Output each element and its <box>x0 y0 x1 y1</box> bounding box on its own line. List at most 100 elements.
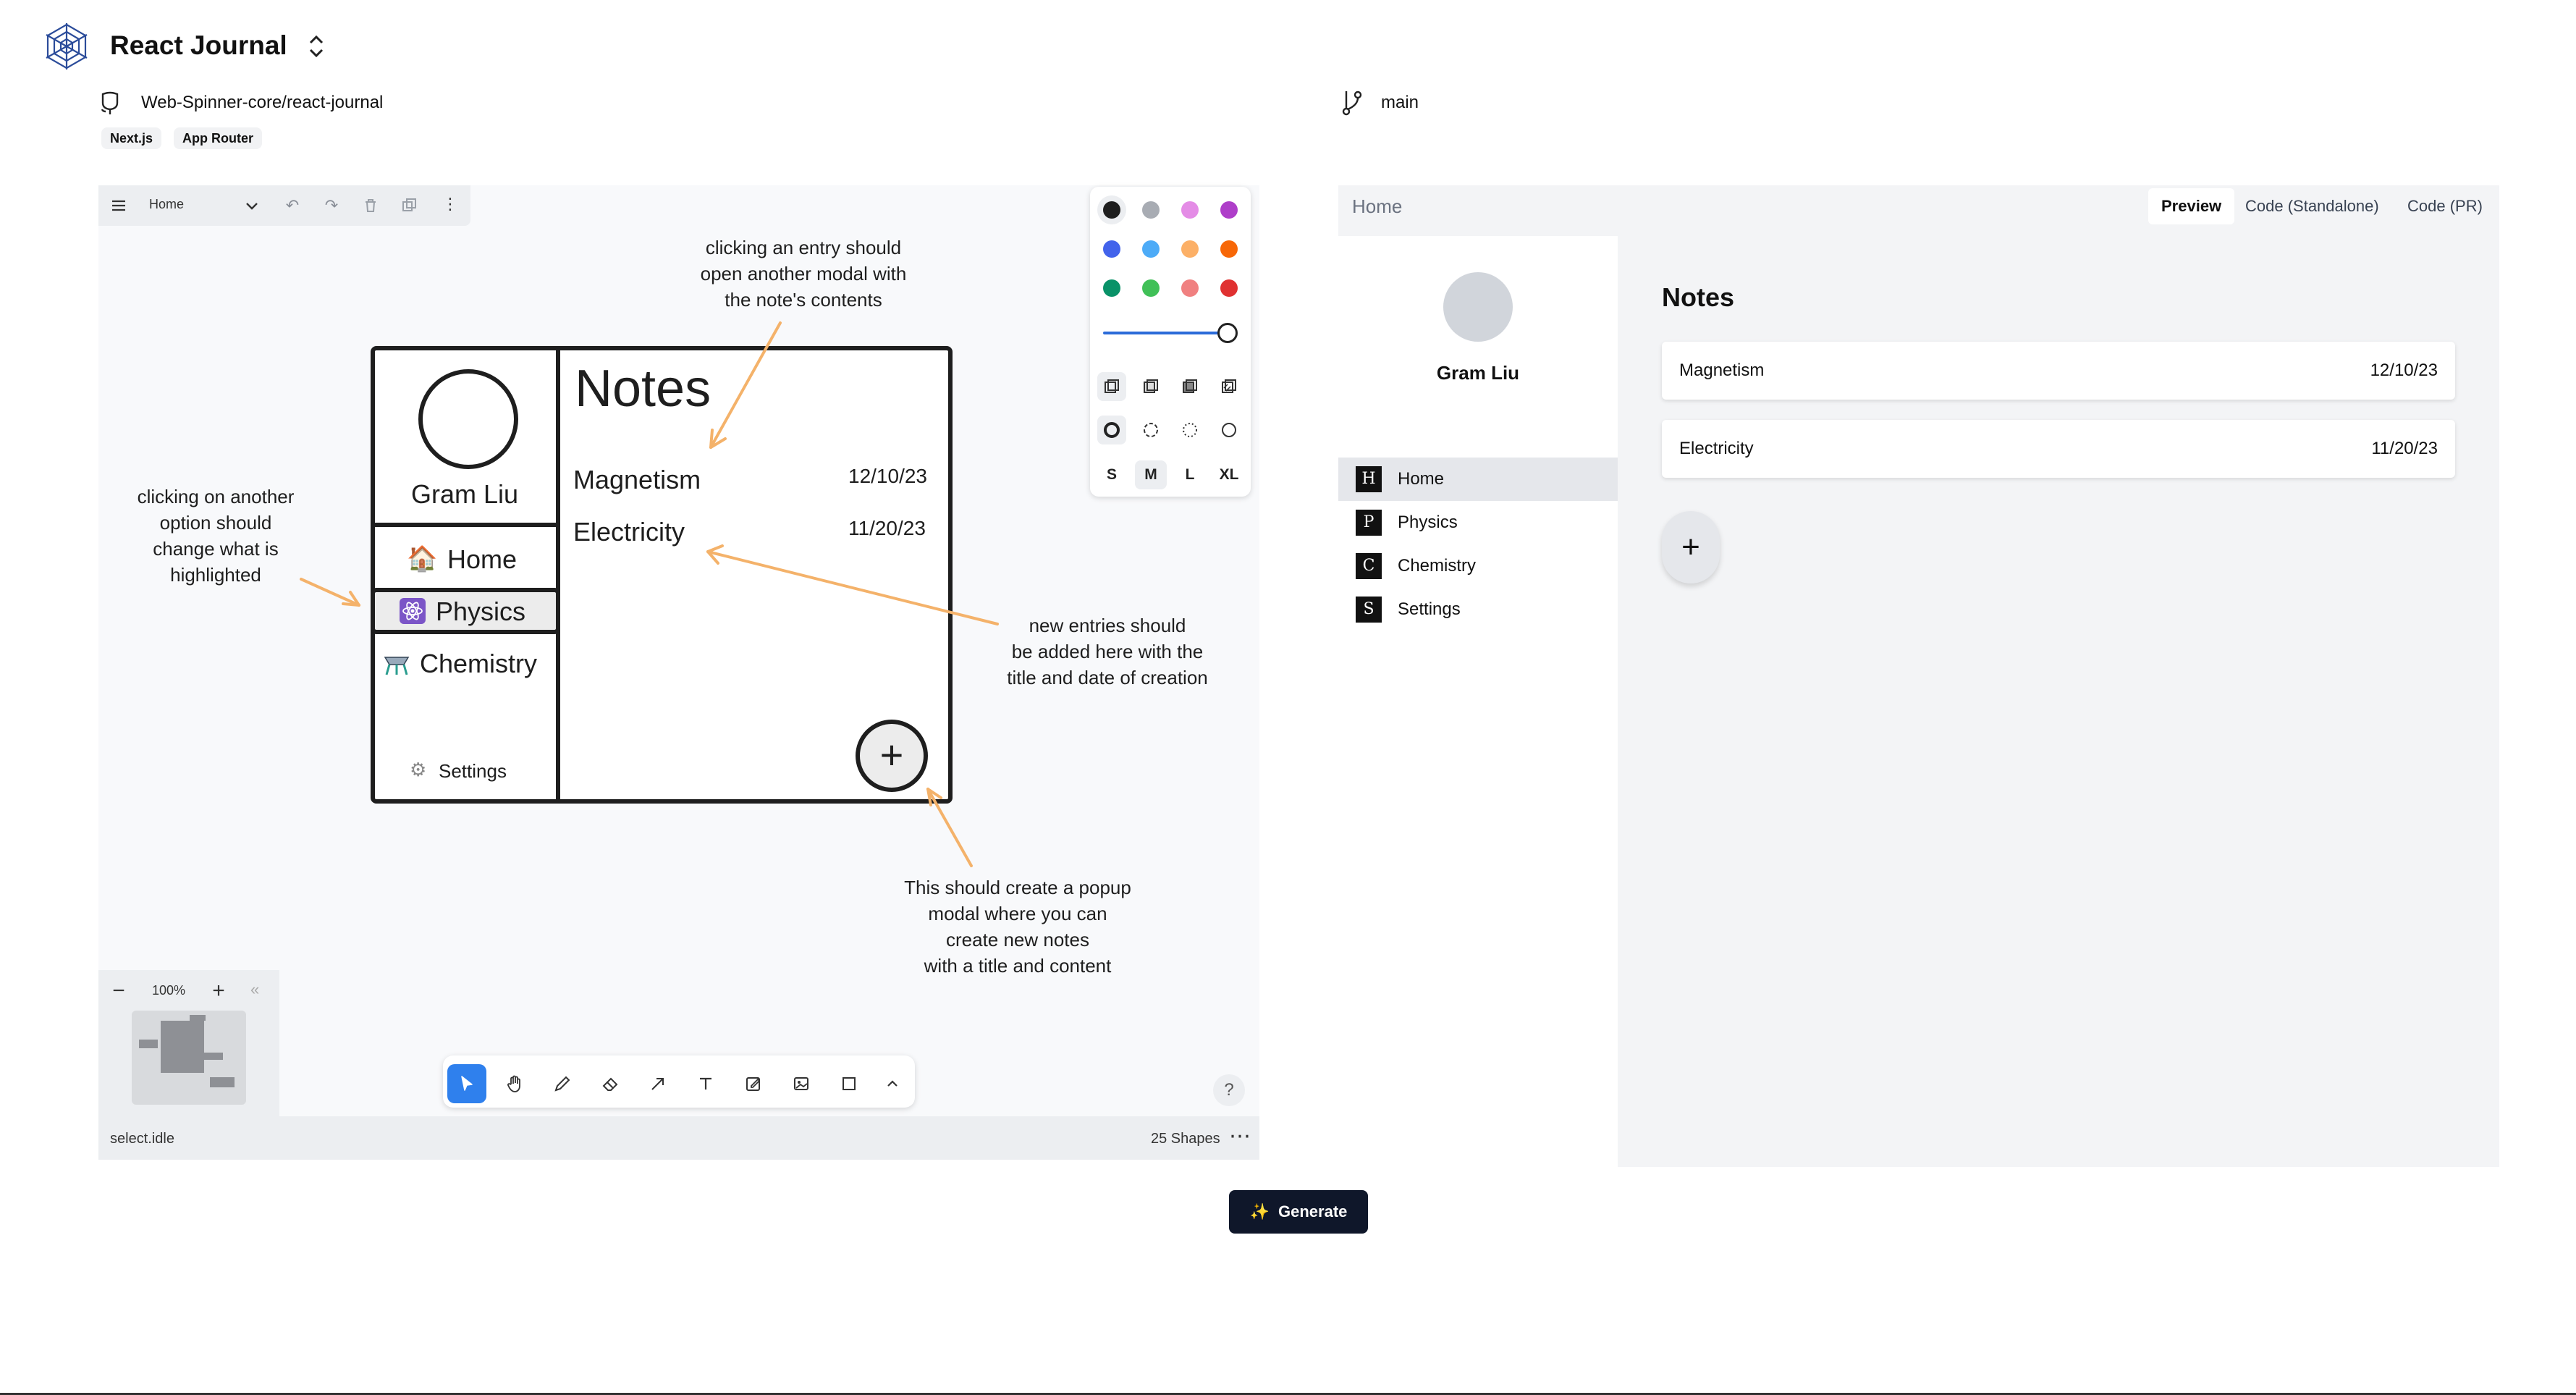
page-selector[interactable]: Home <box>149 197 184 212</box>
tab-preview[interactable]: Preview <box>2148 188 2235 224</box>
minimap[interactable] <box>132 1011 246 1105</box>
stroke-draw-icon[interactable] <box>1097 416 1126 444</box>
collapse-minimap-icon[interactable]: « <box>250 980 259 999</box>
pencil-tool-icon[interactable] <box>543 1064 582 1103</box>
git-branch-icon <box>1342 90 1362 116</box>
app-title: React Journal <box>110 30 287 60</box>
annotation-nav-click: clicking on another option should change… <box>137 486 295 586</box>
note-date: 11/20/23 <box>2371 439 2438 458</box>
sidebar-item-chemistry[interactable]: C Chemistry <box>1338 544 1618 588</box>
note-card[interactable]: Electricity 11/20/23 <box>1662 420 2455 478</box>
spiderweb-logo-icon <box>46 23 88 69</box>
stroke-solid-icon[interactable] <box>1215 416 1243 444</box>
eraser-tool-icon[interactable] <box>591 1064 630 1103</box>
fill-pattern-icon[interactable] <box>1215 372 1243 401</box>
minimap-shapes <box>139 1015 235 1087</box>
trash-icon[interactable] <box>362 197 379 214</box>
settings-letter-icon: S <box>1356 597 1382 623</box>
sketch-nav-chemistry: Chemistry <box>420 649 538 678</box>
tab-code-standalone[interactable]: Code (Standalone) <box>2232 188 2392 224</box>
sidebar-item-label: Settings <box>1398 599 1461 619</box>
image-tool-icon[interactable] <box>782 1064 821 1103</box>
more-vertical-icon[interactable]: ⋮ <box>440 194 460 214</box>
color-swatch[interactable] <box>1181 201 1199 219</box>
generate-button[interactable]: ✨ Generate <box>1229 1190 1368 1234</box>
physics-letter-icon: P <box>1356 510 1382 536</box>
preview-notes-title: Notes <box>1662 282 1735 312</box>
size-m-button[interactable]: M <box>1135 460 1167 489</box>
add-note-button[interactable]: + <box>1662 511 1720 583</box>
test-tube-icon <box>384 657 410 675</box>
house-icon: 🏠 <box>407 545 438 573</box>
fill-semi-icon[interactable] <box>1136 372 1165 401</box>
sidebar-item-home[interactable]: H Home <box>1338 458 1618 501</box>
zoom-out-button[interactable]: − <box>106 979 132 1003</box>
note-tool-icon[interactable] <box>734 1064 773 1103</box>
sketch-divider <box>372 523 557 527</box>
note-title: Electricity <box>1679 439 1754 458</box>
undo-icon[interactable]: ↶ <box>282 195 303 216</box>
sidebar-item-settings[interactable]: S Settings <box>1338 588 1618 631</box>
zoom-level[interactable]: 100% <box>152 983 185 998</box>
fill-none-icon[interactable] <box>1097 372 1126 401</box>
tag-nextjs: Next.js <box>101 127 162 149</box>
rectangle-tool-icon[interactable] <box>829 1064 869 1103</box>
sidebar-item-physics[interactable]: P Physics <box>1338 501 1618 544</box>
chevron-up-icon[interactable] <box>873 1064 912 1103</box>
color-swatch[interactable] <box>1142 279 1160 297</box>
tab-code-pr[interactable]: Code (PR) <box>2394 188 2496 224</box>
preview-path: Home <box>1352 195 1403 217</box>
sketch-entry-title: Electricity <box>573 517 685 547</box>
duplicate-icon[interactable] <box>401 197 418 214</box>
shape-count: 25 Shapes <box>1151 1131 1220 1147</box>
github-icon <box>101 91 119 114</box>
text-tool-icon[interactable] <box>686 1064 725 1103</box>
sketch-entry-date: 11/20/23 <box>848 517 926 539</box>
chevron-up-down-icon[interactable] <box>304 32 329 61</box>
color-swatch[interactable] <box>1142 240 1160 258</box>
color-swatch[interactable] <box>1103 201 1120 219</box>
note-date: 12/10/23 <box>2370 361 2438 380</box>
status-text: select.idle <box>110 1131 174 1147</box>
note-card[interactable]: Magnetism 12/10/23 <box>1662 342 2455 400</box>
chemistry-letter-icon: C <box>1356 553 1382 579</box>
fill-solid-icon[interactable] <box>1175 372 1204 401</box>
color-swatch[interactable] <box>1181 240 1199 258</box>
repo-name[interactable]: Web-Spinner-core/react-journal <box>141 93 383 113</box>
chevron-down-icon[interactable] <box>243 198 261 214</box>
sketch-nav-physics: Physics <box>436 597 526 626</box>
select-tool-icon[interactable] <box>447 1064 486 1103</box>
sketch-avatar <box>418 369 518 469</box>
sketch-entry-date: 12/10/23 <box>848 465 927 487</box>
help-button[interactable]: ? <box>1213 1074 1245 1106</box>
opacity-slider-thumb[interactable] <box>1217 323 1238 343</box>
zoom-in-button[interactable]: + <box>206 979 232 1003</box>
branch-name[interactable]: main <box>1381 93 1419 113</box>
color-swatch[interactable] <box>1181 279 1199 297</box>
color-swatch[interactable] <box>1103 240 1120 258</box>
size-l-button[interactable]: L <box>1174 460 1206 489</box>
sidebar-item-label: Physics <box>1398 513 1458 532</box>
arrow-tool-icon[interactable] <box>638 1064 677 1103</box>
generate-label: Generate <box>1278 1202 1348 1221</box>
redo-icon[interactable]: ↷ <box>321 195 342 216</box>
color-swatch[interactable] <box>1142 201 1160 219</box>
annotation-new-entries: new entries should be added here with th… <box>1007 615 1208 688</box>
color-swatch[interactable] <box>1220 240 1238 258</box>
sketch-nav-settings: Settings <box>439 760 507 782</box>
stroke-dotted-icon[interactable] <box>1175 416 1204 444</box>
size-xl-button[interactable]: XL <box>1213 460 1245 489</box>
hamburger-menu-icon[interactable] <box>110 197 127 214</box>
color-swatch[interactable] <box>1103 279 1120 297</box>
color-swatch[interactable] <box>1220 201 1238 219</box>
tag-app-router: App Router <box>174 127 262 149</box>
color-swatch[interactable] <box>1220 279 1238 297</box>
more-horizontal-icon[interactable]: ⋯ <box>1229 1124 1251 1149</box>
stroke-dashed-icon[interactable] <box>1136 416 1165 444</box>
size-s-button[interactable]: S <box>1096 460 1128 489</box>
sketch-notes-title: Notes <box>575 360 711 418</box>
sketch-add-button: + <box>856 720 928 792</box>
sketch-divider <box>556 347 560 802</box>
hand-tool-icon[interactable] <box>495 1064 534 1103</box>
opacity-slider-track[interactable] <box>1103 332 1226 334</box>
